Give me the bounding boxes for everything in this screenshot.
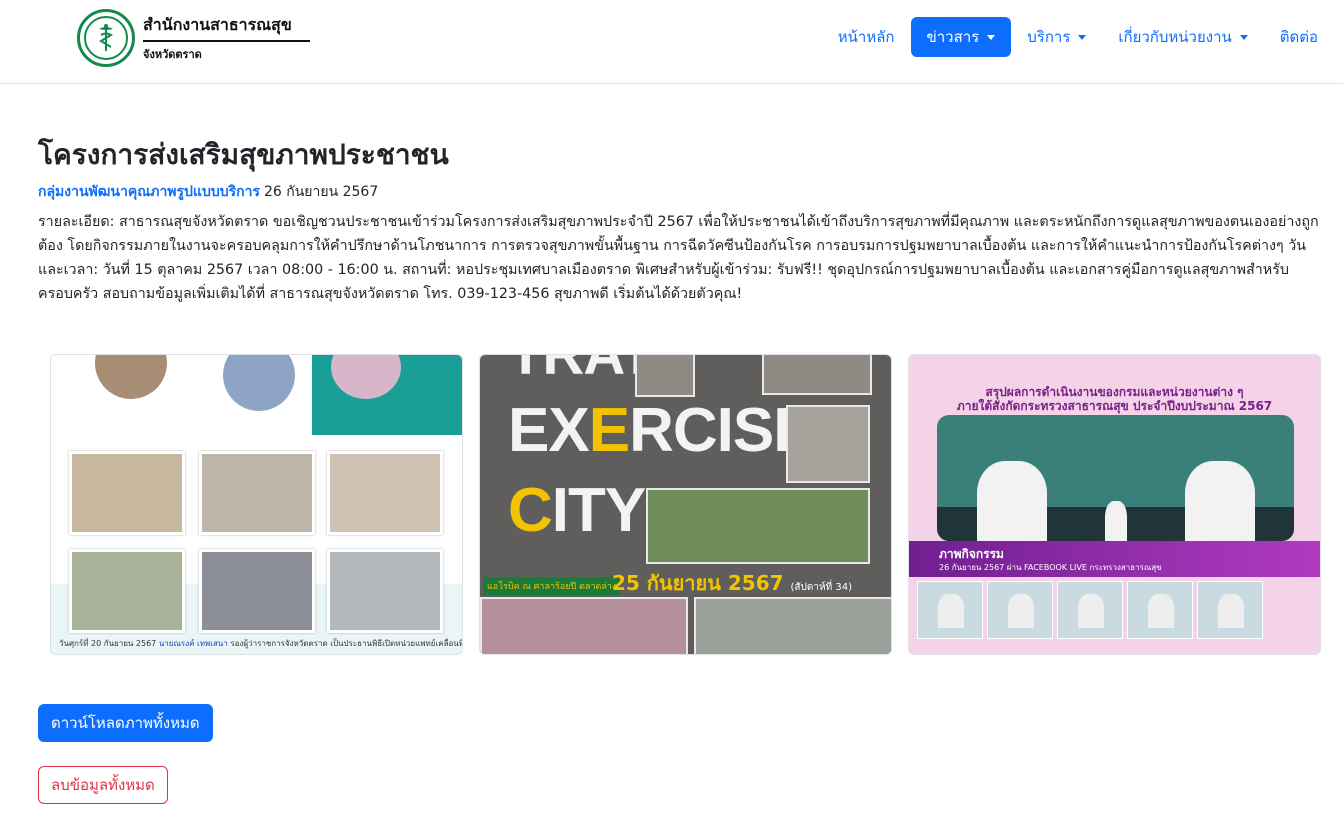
department-link[interactable]: กลุ่มงานพัฒนาคุณภาพรูปแบบบริการ: [38, 184, 260, 200]
publish-date: 26 กันยายน 2567: [264, 184, 379, 200]
caption-text: รองผู้ว่าราชการจังหวัดตราด เป็นประธานพิธ…: [230, 639, 463, 648]
nav-about-label: เกี่ยวกับหน่วยงาน: [1118, 28, 1232, 46]
poster-word-trat: TRAT: [508, 354, 655, 387]
activity-thumb: [917, 581, 983, 639]
event-photo: [635, 355, 695, 397]
article-meta: กลุ่มงานพัฒนาคุณภาพรูปแบบบริการ 26 กันยาย…: [38, 181, 378, 203]
event-photo: [199, 549, 315, 633]
event-photo: [646, 488, 870, 564]
speaker-figure: [1105, 501, 1127, 541]
poster-word-exercise: EXERCISE: [508, 395, 815, 466]
image-gallery: วันศุกร์ที่ 20 กันยายน 2567 นายณรงค์ เทพ…: [50, 354, 1321, 655]
nav-services-dropdown[interactable]: บริการ: [1011, 17, 1102, 57]
event-photo: [762, 355, 872, 395]
poster-date-text: 25 กันยายน 2567: [612, 571, 784, 595]
band-subtitle: 26 กันยายน 2567 ผ่าน FACEBOOK LIVE กระทร…: [939, 563, 1162, 572]
activity-thumb: [1127, 581, 1193, 639]
chevron-down-icon: [987, 34, 996, 40]
page-title: โครงการส่งเสริมสุขภาพประชาชน: [38, 138, 449, 171]
activity-thumb: [1197, 581, 1263, 639]
chevron-down-icon: [1078, 34, 1087, 40]
event-photo: [480, 597, 688, 654]
poster-text: EX: [508, 396, 590, 465]
download-all-button[interactable]: ดาวน์โหลดภาพทั้งหมด: [38, 704, 213, 742]
activity-thumb: [1057, 581, 1123, 639]
infographic-subheader: ภายใต้สังกัดกระทรวงสาธารณสุข ประจำปีงบปร…: [956, 399, 1273, 413]
brand[interactable]: สำนักงานสาธารณสุข จังหวัดตราด: [77, 9, 310, 67]
gallery-image-2[interactable]: TRAT EXERCISE CITY แอโรบิค ณ ศาลาร้อยปี …: [479, 354, 892, 655]
nav-home[interactable]: หน้าหลัก: [822, 17, 911, 57]
poster-text: E: [588, 396, 630, 465]
main-nav: หน้าหลัก ข่าวสาร บริการ เกี่ยวกับหน่วยงา…: [822, 17, 1343, 57]
gallery-image-1[interactable]: วันศุกร์ที่ 20 กันยายน 2567 นายณรงค์ เทพ…: [50, 354, 463, 655]
activity-thumb: [987, 581, 1053, 639]
navbar: สำนักงานสาธารณสุข จังหวัดตราด หน้าหลัก ข…: [0, 0, 1343, 84]
event-photo: [199, 451, 315, 535]
chevron-down-icon: [1239, 34, 1248, 40]
event-photo: [327, 549, 443, 633]
speaker-figure: [977, 461, 1047, 541]
nav-news-label: ข่าวสาร: [926, 28, 980, 46]
nav-about-dropdown[interactable]: เกี่ยวกับหน่วยงาน: [1102, 17, 1263, 57]
ministry-logo: [77, 9, 135, 67]
event-photo: [694, 597, 891, 654]
event-photo: [786, 405, 870, 483]
nav-contact-label: ติดต่อ: [1279, 28, 1318, 46]
nav-home-label: หน้าหลัก: [837, 28, 895, 46]
event-photo: [69, 549, 185, 633]
poster-week: (สัปดาห์ที่ 34): [790, 582, 852, 593]
portrait-photo: [223, 355, 295, 411]
article-description: รายละเอียด: สาธารณสุขจังหวัดตราด ขอเชิญช…: [38, 214, 1319, 302]
poster-tag: แอโรบิค ณ ศาลาร้อยปี ตลาดล่าง: [483, 577, 621, 595]
image-caption: วันศุกร์ที่ 20 กันยายน 2567 นายณรงค์ เทพ…: [59, 637, 463, 650]
delete-all-button[interactable]: ลบข้อมูลทั้งหมด: [38, 766, 168, 804]
nav-services-label: บริการ: [1027, 28, 1071, 46]
event-photo: [327, 451, 443, 535]
poster-text: ITY: [551, 476, 646, 545]
gallery-image-3[interactable]: สรุปผลการดำเนินงานของกรมและหน่วยงานต่าง …: [908, 354, 1321, 655]
caption-date: วันศุกร์ที่ 20 กันยายน 2567: [59, 639, 157, 648]
poster-word-city: CITY: [508, 475, 646, 546]
nav-news-dropdown[interactable]: ข่าวสาร: [910, 17, 1012, 57]
nav-contact[interactable]: ติดต่อ: [1264, 17, 1343, 57]
activity-band: ภาพกิจกรรม 26 กันยายน 2567 ผ่าน FACEBOOK…: [909, 541, 1320, 577]
speaker-figure: [1185, 461, 1255, 541]
caduceus-icon: [99, 24, 113, 51]
caption-name: นายณรงค์ เทพเสนา: [158, 639, 228, 648]
brand-title: สำนักงานสาธารณสุข: [143, 13, 310, 42]
poster-text: C: [508, 476, 553, 545]
poster-date: 25 กันยายน 2567 (สัปดาห์ที่ 34): [612, 567, 852, 599]
brand-subtitle: จังหวัดตราด: [143, 48, 202, 61]
event-photo: [69, 451, 185, 535]
stage-photo: [937, 415, 1294, 541]
portrait-photo: [95, 355, 167, 399]
